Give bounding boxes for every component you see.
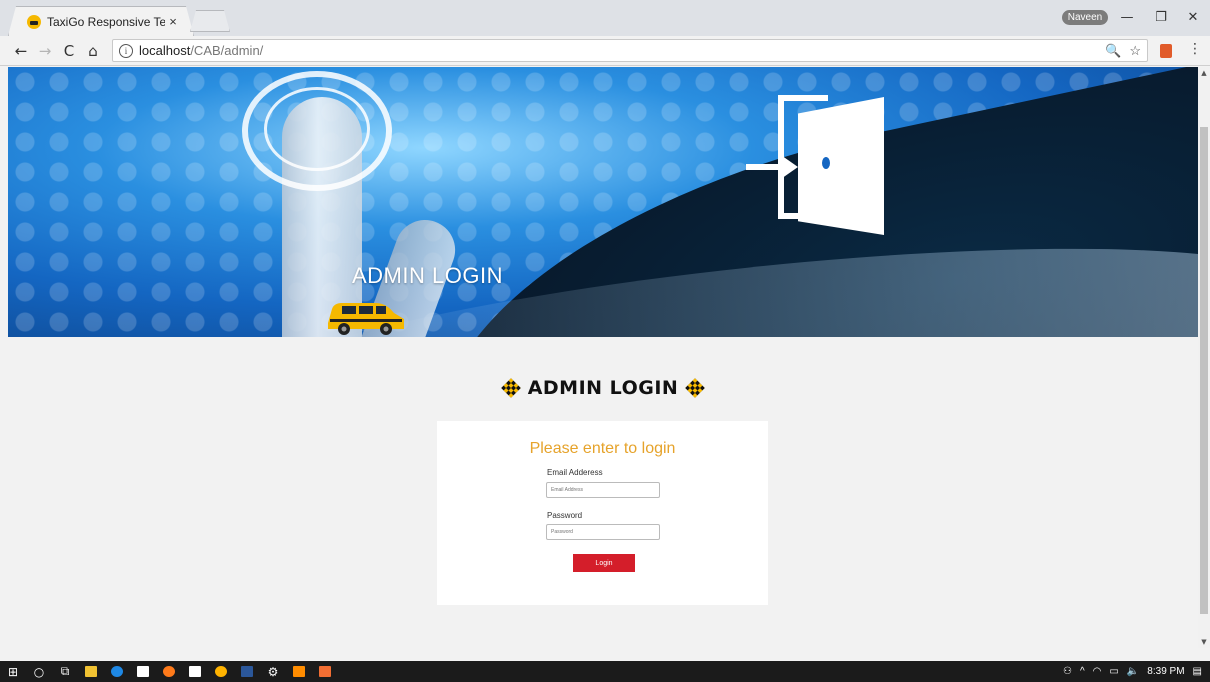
taxi-favicon-icon — [27, 14, 41, 29]
checker-flag-icon — [500, 378, 521, 398]
firefox-icon[interactable] — [156, 661, 182, 682]
minimize-icon[interactable]: — — [1112, 6, 1142, 28]
login-button[interactable]: Login — [573, 554, 635, 572]
battery-icon[interactable]: ▭ — [1109, 666, 1118, 677]
tab-title: TaxiGo Responsive Templ — [47, 14, 165, 29]
password-label: Password — [547, 511, 583, 520]
file-explorer-icon[interactable] — [78, 661, 104, 682]
url-host: localhost — [139, 43, 191, 58]
action-center-icon[interactable]: ▤ — [1193, 666, 1202, 677]
scrollbar-thumb[interactable] — [1200, 127, 1208, 614]
section-heading-text: ADMIN LOGIN — [527, 377, 679, 399]
office-extension-icon[interactable] — [1160, 44, 1172, 58]
site-info-icon[interactable]: i — [119, 43, 133, 58]
browser-toolbar: ← → C ⌂ i localhost/CAB/admin/ 🔍 ☆ ⋮ — [0, 36, 1210, 66]
wifi-icon[interactable]: ◠ — [1093, 666, 1102, 677]
address-bar[interactable]: i localhost/CAB/admin/ 🔍 ☆ — [112, 39, 1148, 62]
page-scrollbar[interactable]: ▲ ▼ — [1198, 67, 1210, 648]
reload-icon[interactable]: C — [58, 40, 80, 62]
section-heading: ADMIN LOGIN — [8, 377, 1198, 399]
banner-touch-ring-inner — [264, 87, 370, 171]
bookmark-star-icon[interactable]: ☆ — [1129, 43, 1141, 59]
url-path: /CAB/admin/ — [190, 43, 264, 58]
banner-title: ADMIN LOGIN — [352, 263, 503, 288]
restore-icon[interactable]: ❐ — [1146, 6, 1176, 28]
login-form: Please enter to login Email Adderess Pas… — [437, 421, 768, 605]
browser-titlebar: TaxiGo Responsive Templ × Naveen — ❐ ✕ — [0, 0, 1210, 36]
clock-time[interactable]: 8:39 PM — [1147, 666, 1184, 677]
email-input[interactable] — [546, 482, 660, 498]
xampp-icon[interactable] — [312, 661, 338, 682]
browser-tab[interactable]: TaxiGo Responsive Templ × — [8, 6, 194, 36]
checker-flag-icon — [685, 378, 706, 398]
browser-menu-icon[interactable]: ⋮ — [1188, 41, 1202, 57]
door-panel-icon — [798, 97, 884, 235]
scroll-down-icon[interactable]: ▼ — [1198, 638, 1210, 646]
tray-expand-icon[interactable]: ^ — [1080, 666, 1085, 677]
settings-gear-icon[interactable]: ⚙ — [260, 661, 286, 682]
windows-taskbar: ⊞ ○ ⧉ ⚙ ⚇ ^ ◠ ▭ 🔈 8:39 PM ▤ — [0, 661, 1210, 682]
chrome-icon[interactable] — [208, 661, 234, 682]
zoom-icon[interactable]: 🔍 — [1105, 43, 1121, 59]
cortana-search-icon[interactable]: ○ — [26, 661, 52, 682]
password-input[interactable] — [546, 524, 660, 540]
back-arrow-icon[interactable]: ← — [10, 40, 32, 62]
door-knob-icon — [822, 157, 830, 169]
windows-start-icon[interactable]: ⊞ — [0, 661, 26, 682]
login-card-title: Please enter to login — [529, 440, 676, 457]
tab-close-icon[interactable]: × — [165, 14, 181, 29]
forward-arrow-icon[interactable]: → — [34, 40, 56, 62]
word-icon[interactable] — [234, 661, 260, 682]
taxi-car-icon — [328, 303, 404, 335]
scroll-up-icon[interactable]: ▲ — [1198, 69, 1210, 77]
window-close-icon[interactable]: ✕ — [1178, 6, 1208, 28]
new-tab-button[interactable] — [190, 10, 230, 32]
home-icon[interactable]: ⌂ — [82, 40, 104, 62]
volume-icon[interactable]: 🔈 — [1127, 666, 1139, 677]
mail-icon[interactable] — [182, 661, 208, 682]
hero-banner: ADMIN LOGIN — [8, 67, 1198, 337]
profile-badge[interactable]: Naveen — [1062, 10, 1108, 25]
login-arrow-icon — [746, 153, 798, 181]
people-icon[interactable]: ⚇ — [1063, 666, 1072, 677]
page-viewport: ADMIN LOGIN ADMIN LOGIN Please enter to … — [8, 67, 1198, 648]
email-label: Email Adderess — [547, 468, 603, 477]
system-tray: ⚇ ^ ◠ ▭ 🔈 8:39 PM ▤ — [1063, 661, 1210, 682]
store-icon[interactable] — [130, 661, 156, 682]
task-view-icon[interactable]: ⧉ — [52, 661, 78, 682]
sublime-text-icon[interactable] — [286, 661, 312, 682]
edge-browser-icon[interactable] — [104, 661, 130, 682]
